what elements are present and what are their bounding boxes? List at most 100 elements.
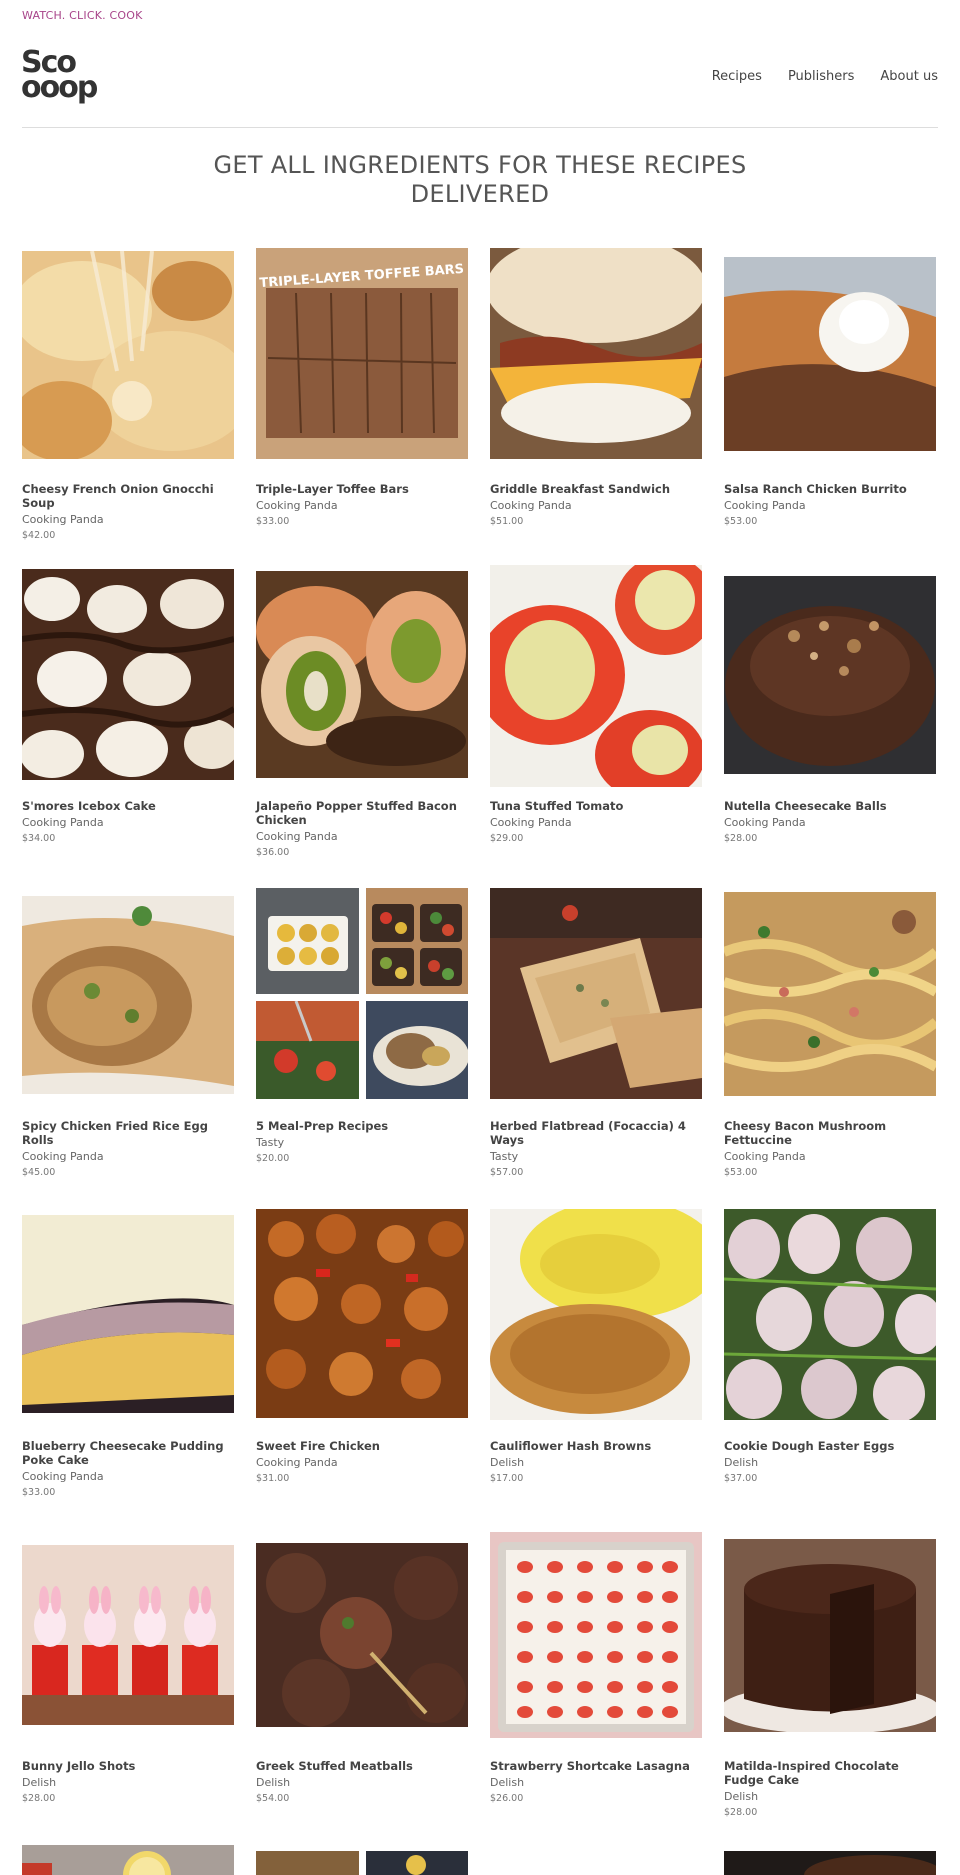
recipe-photo-smores[interactable]	[22, 569, 234, 780]
recipe-photo-partial[interactable]	[22, 1845, 234, 1875]
recipe-card[interactable]: Nutella Cheesecake Balls Cooking Panda $…	[724, 565, 936, 844]
recipe-title[interactable]: Nutella Cheesecake Balls	[724, 799, 936, 813]
recipe-price: $33.00	[256, 516, 290, 527]
recipe-photo-toffee-bars[interactable]: TRIPLE-LAYER TOFFEE BARS	[256, 248, 468, 459]
recipe-card[interactable]: S'mores Icebox Cake Cooking Panda $34.00	[22, 565, 234, 844]
recipe-publisher: Cooking Panda	[724, 499, 806, 512]
recipe-photo-easter-eggs[interactable]	[724, 1209, 936, 1420]
recipe-publisher: Tasty	[490, 1150, 519, 1163]
recipe-photo-partial[interactable]	[724, 1851, 936, 1875]
meal-prep-photo-1	[256, 888, 359, 994]
recipe-photo-partial[interactable]	[490, 1869, 702, 1875]
recipe-card[interactable]: Jalapeño Popper Stuffed Bacon Chicken Co…	[256, 565, 468, 858]
nav-about-us[interactable]: About us	[880, 69, 938, 84]
recipe-card[interactable]: Matilda-Inspired Chocolate Fudge Cake De…	[724, 1525, 936, 1818]
recipe-publisher: Cooking Panda	[256, 499, 338, 512]
recipe-photo-jalapeno-chicken[interactable]	[256, 571, 468, 778]
recipe-title[interactable]: S'mores Icebox Cake	[22, 799, 234, 813]
recipe-card[interactable]: Cauliflower Hash Browns Delish $17.00	[490, 1205, 702, 1484]
logo[interactable]: Sco ooop	[21, 48, 101, 103]
recipe-price: $42.00	[22, 530, 56, 541]
recipe-publisher: Delish	[22, 1776, 57, 1789]
recipe-photo-jello-shots[interactable]	[22, 1545, 234, 1725]
recipe-title[interactable]: Spicy Chicken Fried Rice Egg Rolls	[22, 1119, 234, 1147]
recipe-publisher: Delish	[490, 1456, 525, 1469]
recipe-price: $36.00	[256, 847, 290, 858]
recipe-title[interactable]: Herbed Flatbread (Focaccia) 4 Ways	[490, 1119, 702, 1147]
recipe-price: $54.00	[256, 1793, 290, 1804]
recipe-photo-breakfast-sandwich[interactable]	[490, 248, 702, 459]
recipe-title[interactable]: Griddle Breakfast Sandwich	[490, 482, 702, 496]
recipe-card[interactable]: Spicy Chicken Fried Rice Egg Rolls Cooki…	[22, 885, 234, 1178]
recipe-title[interactable]: Jalapeño Popper Stuffed Bacon Chicken	[256, 799, 468, 827]
recipe-card[interactable]: Griddle Breakfast Sandwich Cooking Panda…	[490, 248, 702, 527]
recipe-card[interactable]: Tuna Stuffed Tomato Cooking Panda $29.00	[490, 565, 702, 844]
recipe-price: $26.00	[490, 1793, 524, 1804]
recipe-price: $31.00	[256, 1473, 290, 1484]
recipe-price: $53.00	[724, 1167, 758, 1178]
recipe-publisher: Cooking Panda	[256, 830, 338, 843]
recipe-title[interactable]: Blueberry Cheesecake Pudding Poke Cake	[22, 1439, 234, 1467]
recipe-title[interactable]: 5 Meal-Prep Recipes	[256, 1119, 468, 1133]
recipe-title[interactable]: Sweet Fire Chicken	[256, 1439, 468, 1453]
recipe-photo-cheesy-gnocchi[interactable]	[22, 251, 234, 459]
recipe-card[interactable]: 5 Meal-Prep Recipes Tasty $20.00	[256, 885, 468, 1164]
recipe-title[interactable]: Salsa Ranch Chicken Burrito	[724, 482, 936, 496]
recipe-title[interactable]: Greek Stuffed Meatballs	[256, 1759, 468, 1773]
recipe-photo-poke-cake[interactable]	[22, 1215, 234, 1413]
meal-prep-photo-3	[256, 1001, 359, 1099]
recipe-photo-meatballs[interactable]	[256, 1543, 468, 1727]
recipe-publisher: Cooking Panda	[724, 1150, 806, 1163]
recipe-photo-burrito[interactable]	[724, 257, 936, 451]
recipe-publisher: Delish	[724, 1456, 759, 1469]
recipe-price: $28.00	[724, 1807, 758, 1818]
recipe-price: $28.00	[724, 833, 758, 844]
recipe-card[interactable]: Bunny Jello Shots Delish $28.00	[22, 1525, 234, 1804]
recipe-photo-fettuccine[interactable]	[724, 892, 936, 1096]
nav-recipes[interactable]: Recipes	[712, 69, 762, 84]
recipe-price: $33.00	[22, 1487, 56, 1498]
recipe-title[interactable]: Matilda-Inspired Chocolate Fudge Cake	[724, 1759, 936, 1787]
recipe-photo-focaccia[interactable]	[490, 888, 702, 1099]
recipe-title[interactable]: Cookie Dough Easter Eggs	[724, 1439, 936, 1453]
recipe-photo-nutella-balls[interactable]	[724, 576, 936, 774]
recipe-publisher: Cooking Panda	[490, 499, 572, 512]
headline-line-1: GET ALL INGREDIENTS FOR THESE RECIPES	[213, 151, 747, 179]
recipe-title[interactable]: Strawberry Shortcake Lasagna	[490, 1759, 702, 1773]
recipe-title[interactable]: Cheesy Bacon Mushroom Fettuccine	[724, 1119, 936, 1147]
recipe-publisher: Delish	[724, 1790, 759, 1803]
recipe-title[interactable]: Tuna Stuffed Tomato	[490, 799, 702, 813]
recipe-price: $53.00	[724, 516, 758, 527]
recipe-photo-egg-rolls[interactable]	[22, 896, 234, 1094]
recipe-photo-meal-prep[interactable]	[256, 885, 468, 1107]
recipe-photo-sweet-fire-chicken[interactable]	[256, 1209, 468, 1418]
recipe-card[interactable]: Cookie Dough Easter Eggs Delish $37.00	[724, 1205, 936, 1484]
recipe-photo-partial[interactable]	[256, 1851, 468, 1875]
recipe-card[interactable]: Herbed Flatbread (Focaccia) 4 Ways Tasty…	[490, 885, 702, 1178]
recipe-card[interactable]: Cheesy Bacon Mushroom Fettuccine Cooking…	[724, 885, 936, 1178]
recipe-publisher: Tasty	[256, 1136, 285, 1149]
recipe-photo-tuna-tomato[interactable]	[490, 565, 702, 787]
recipe-publisher: Cooking Panda	[22, 816, 104, 829]
recipe-photo-strawberry-lasagna[interactable]	[490, 1532, 702, 1738]
recipe-card[interactable]: TRIPLE-LAYER TOFFEE BARS Triple-Layer To…	[256, 248, 468, 527]
recipe-card[interactable]: Sweet Fire Chicken Cooking Panda $31.00	[256, 1205, 468, 1484]
recipe-card[interactable]: Greek Stuffed Meatballs Delish $54.00	[256, 1525, 468, 1804]
recipe-card[interactable]: Strawberry Shortcake Lasagna Delish $26.…	[490, 1525, 702, 1804]
recipe-title[interactable]: Cheesy French Onion Gnocchi Soup	[22, 482, 234, 510]
recipe-card[interactable]: Cheesy French Onion Gnocchi Soup Cooking…	[22, 248, 234, 541]
recipe-title[interactable]: Cauliflower Hash Browns	[490, 1439, 702, 1453]
recipe-title[interactable]: Bunny Jello Shots	[22, 1759, 234, 1773]
recipe-card[interactable]: Salsa Ranch Chicken Burrito Cooking Pand…	[724, 248, 936, 527]
recipe-publisher: Cooking Panda	[22, 1150, 104, 1163]
recipe-price: $37.00	[724, 1473, 758, 1484]
recipe-card[interactable]: Blueberry Cheesecake Pudding Poke Cake C…	[22, 1205, 234, 1498]
recipe-price: $20.00	[256, 1153, 290, 1164]
recipe-publisher: Delish	[256, 1776, 291, 1789]
recipe-title[interactable]: Triple-Layer Toffee Bars	[256, 482, 468, 496]
recipe-photo-fudge-cake[interactable]	[724, 1539, 936, 1732]
recipe-price: $51.00	[490, 516, 524, 527]
nav-publishers[interactable]: Publishers	[788, 69, 854, 84]
recipe-photo-hash-browns[interactable]	[490, 1209, 702, 1420]
header-divider	[22, 127, 938, 128]
